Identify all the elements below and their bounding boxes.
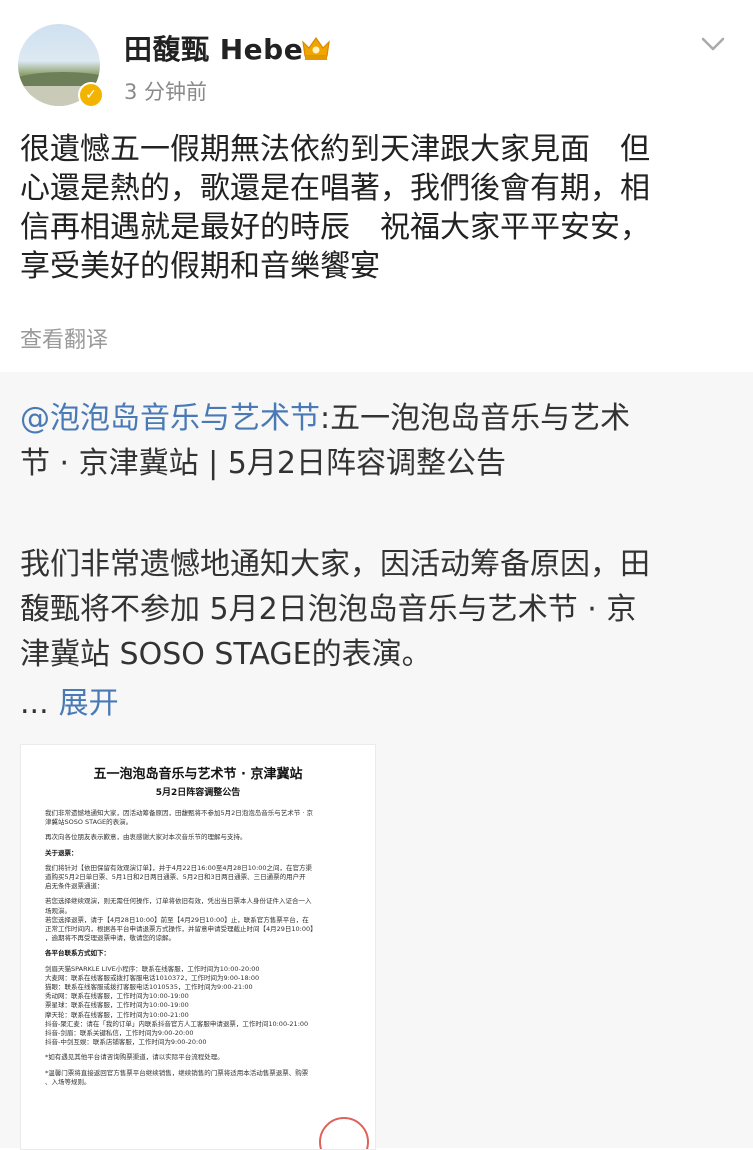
doc-line: ，逾期将不再受理退票申请，敬请您的谅解。 (45, 934, 175, 943)
doc-line: 抖音-聚汇麦：请在「我的订单」内联系抖音官方人工客服申请退票，工作时间10:00… (45, 1019, 309, 1028)
doc-line: 秀动网：联系在线客服，工作时间为10:00-19:00 (45, 992, 189, 1001)
repost-title-line2: 节 · 京津冀站 | 5月2日阵容调整公告 (20, 446, 506, 481)
doc-line: 票星球：联系在线客服，工作时间为10:00-19:00 (45, 1001, 189, 1010)
post-content: 很遺憾五一假期無法依約到天津跟大家見面 但 心還是熱的，歌還是在唱著，我們後會有… (20, 130, 740, 286)
post-content-line: 很遺憾五一假期無法依約到天津跟大家見面 但 (20, 132, 650, 167)
doc-line: 若您选择退票，请于【4月28日10:00】前至【4月29日10:00】止，联系官… (45, 915, 309, 924)
post-content-line: 享受美好的假期和音樂饗宴 (20, 249, 380, 284)
doc-line: 我们将针对【依田保留有效观演订单】，并于4月22日16:00至4月28日10:0… (45, 863, 313, 872)
repost-title-rest: :五一泡泡岛音乐与艺术 (320, 401, 631, 436)
verified-badge-icon: ✓ (78, 82, 104, 108)
repost-body: 我们非常遗憾地通知大家，因活动筹备原因，田 馥甄将不参加 5月2日泡泡岛音乐与艺… (20, 542, 740, 677)
doc-line: 再次向各位朋友表示歉意，由衷感谢大家对本次音乐节的理解与支持。 (45, 833, 247, 842)
doc-line: 津冀站SOSO STAGE的表演。 (45, 818, 133, 827)
ellipsis: ... (20, 686, 49, 721)
post-time: 3 分钟前 (124, 80, 208, 104)
doc-line: 大麦网：联系在线客服或拨打客服电话1010372，工作时间为9:00-18:00 (45, 973, 260, 982)
chevron-down-icon[interactable] (701, 36, 725, 52)
doc-line: 、入场等规则。 (45, 1077, 91, 1086)
doc-line: 正常工作时间内，根据各平台申请退票方式操作，并留意申请受理截止时间【4月29日1… (45, 925, 317, 934)
post-header: ✓ 田馥甄 Hebe 3 分钟前 (0, 0, 753, 120)
doc-line: 猫眼：联系在线客服或拨打客服电话1010535，工作时间为9:00-21:00 (45, 983, 253, 992)
doc-line: 抖音-剑眉：联系关键私信，工作时间为9:00-20:00 (45, 1029, 194, 1038)
doc-line: 抖音-中剑互娱：联系店铺客服，工作时间为9:00-20:00 (45, 1038, 207, 1047)
repost-title: @泡泡岛音乐与艺术节:五一泡泡岛音乐与艺术 节 · 京津冀站 | 5月2日阵容调… (20, 396, 740, 486)
doc-line: 剑眉天猫SPARKLE LIVE小程序：联系在线客服，工作时间为10:00-20… (45, 964, 260, 973)
repost-body-line: 津冀站 SOSO STAGE的表演。 (20, 637, 432, 672)
doc-title: 五一泡泡岛音乐与艺术节 · 京津冀站 (93, 767, 303, 782)
post-content-line: 信再相遇就是最好的時辰 祝福大家平平安安， (20, 210, 650, 245)
repost-card[interactable]: @泡泡岛音乐与艺术节:五一泡泡岛音乐与艺术 节 · 京津冀站 | 5月2日阵容调… (0, 372, 753, 1150)
doc-line: 道购买5月2日单日票、5月1日和2日两日通票、5月2日和3日两日通票、三日通票的… (45, 873, 306, 882)
doc-line: 我们非常遗憾地通知大家，因活动筹备原因，田馥甄将不参加5月2日泡泡岛音乐与艺术节… (45, 809, 313, 817)
translate-link[interactable]: 查看翻译 (20, 322, 108, 354)
doc-line: 摩天轮：联系在线客服，工作时间为10:00-21:00 (45, 1010, 189, 1019)
post-content-line: 心還是熱的，歌還是在唱著，我們後會有期，相 (20, 171, 650, 206)
doc-heading: 关于退票： (45, 848, 78, 857)
repost-body-line: 馥甄将不参加 5月2日泡泡岛音乐与艺术节 · 京 (20, 592, 637, 627)
mention-link[interactable]: @泡泡岛音乐与艺术节 (20, 401, 320, 436)
doc-line: 场观演。 (45, 906, 71, 915)
doc-line: *如有遇见其他平台请咨询购票渠道，请以实际平台流程处理。 (45, 1053, 224, 1062)
doc-subtitle: 5月2日阵容调整公告 (155, 788, 241, 798)
crown-icon (302, 36, 330, 60)
doc-line: *温馨门票将直接返回官方售票平台继续销售，继续销售的门票将适用本活动售票退票、购… (45, 1068, 309, 1077)
seal-stamp (319, 1117, 369, 1149)
repost-body-line: 我们非常遗憾地通知大家，因活动筹备原因，田 (20, 547, 650, 582)
doc-body: 我们非常遗憾地通知大家，因活动筹备原因，田馥甄将不参加5月2日泡泡岛音乐与艺术节… (45, 809, 355, 1087)
expand-link[interactable]: 展开 (59, 686, 119, 721)
doc-line: 若您选择继续观演，则无需任何操作，订单将依旧有效，凭出当日票本人身份证件入证合一… (45, 897, 312, 906)
expand-row: ... 展开 (20, 678, 119, 722)
doc-heading: 各平台联系方式如下： (45, 949, 110, 958)
doc-line: 启无条件退票通道： (45, 882, 104, 891)
announcement-image[interactable]: 五一泡泡岛音乐与艺术节 · 京津冀站 5月2日阵容调整公告 我们非常遗憾地通知大… (20, 744, 376, 1150)
author-name[interactable]: 田馥甄 Hebe (124, 28, 303, 68)
